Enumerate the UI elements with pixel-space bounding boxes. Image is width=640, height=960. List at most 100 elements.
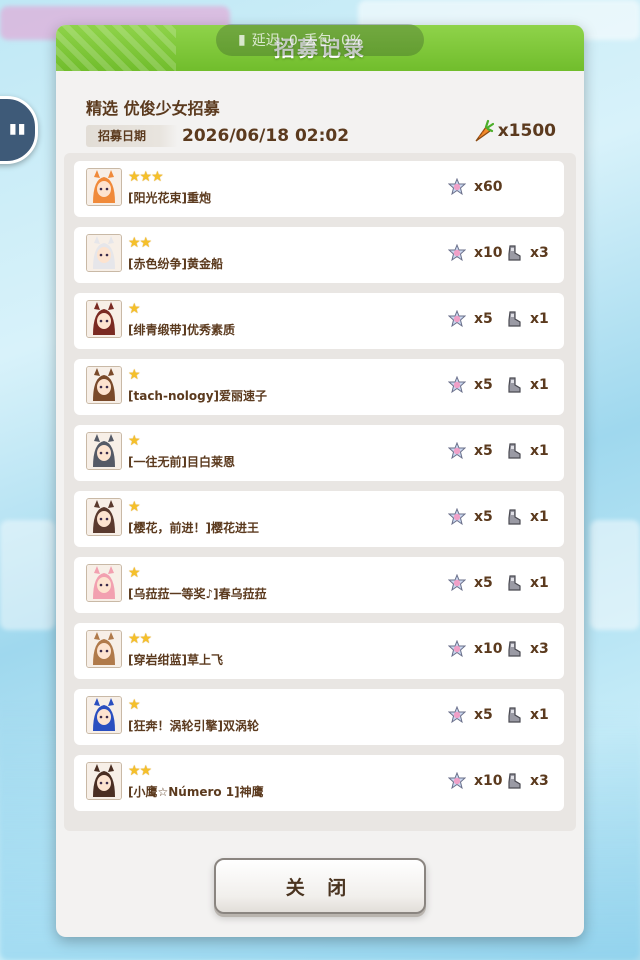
shoe-piece-count: x1	[530, 575, 549, 591]
record-row: ★★ [赤色纷争]黄金船 x10 x3	[74, 227, 564, 283]
latency-text: 延迟: 0	[251, 33, 298, 49]
shoe-piece-count: x3	[530, 773, 549, 789]
shoe-piece-count: x1	[530, 509, 549, 525]
record-row: ★ [tach-nology]爱丽速子 x5 x1	[74, 359, 564, 415]
close-button[interactable]: 关 闭	[214, 858, 426, 914]
record-row: ★ [绯青缎带]优秀素质 x5 x1	[74, 293, 564, 349]
goddess-piece-reward: x60	[448, 178, 503, 196]
card-name: [狂奔！涡轮引擎]双涡轮	[128, 719, 259, 733]
goddess-piece-count: x10	[474, 773, 503, 789]
goddess-piece-reward: x10	[448, 244, 503, 262]
shoe-piece-count: x3	[530, 245, 549, 261]
shoe-piece-reward: x3	[506, 772, 549, 790]
record-row: ★★★ [阳光花束]重炮 x60	[74, 161, 564, 217]
rarity-stars: ★	[128, 301, 141, 317]
shoe-piece-count: x3	[530, 641, 549, 657]
shoe-piece-reward: x3	[506, 640, 549, 658]
recruit-record-dialog: 招募记录 精选 优俊少女招募 招募日期 2026/06/18 02:02 x15…	[56, 25, 584, 937]
goddess-piece-reward: x5	[448, 376, 493, 394]
goddess-piece-reward: x5	[448, 442, 493, 460]
character-portrait-icon	[86, 630, 122, 668]
card-name: [一往无前]目白莱恩	[128, 455, 235, 469]
character-portrait-icon	[86, 696, 122, 734]
card-name: [绯青缎带]优秀素质	[128, 323, 235, 337]
goddess-piece-count: x60	[474, 179, 503, 195]
goddess-piece-reward: x5	[448, 508, 493, 526]
goddess-piece-icon	[448, 706, 466, 724]
signal-icon: ▮	[238, 32, 246, 48]
record-row: ★★ [小鹰☆Número 1]神鹰 x10 x3	[74, 755, 564, 811]
goddess-piece-icon	[448, 574, 466, 592]
shoe-piece-reward: x3	[506, 244, 549, 262]
rarity-stars: ★	[128, 433, 141, 449]
carrot-icon	[475, 119, 494, 142]
goddess-piece-icon	[448, 772, 466, 790]
record-row: ★ [一往无前]目白莱恩 x5 x1	[74, 425, 564, 481]
network-status-overlay: ▮ 延迟: 0 丢包: 0%	[216, 24, 424, 56]
goddess-piece-count: x5	[474, 443, 493, 459]
goddess-piece-icon	[448, 640, 466, 658]
shoe-piece-count: x1	[530, 311, 549, 327]
record-row: ★ [乌菈菈一等奖♪]春乌菈菈 x5 x1	[74, 557, 564, 613]
goddess-piece-count: x10	[474, 641, 503, 657]
rarity-stars: ★	[128, 367, 141, 383]
goddess-piece-reward: x5	[448, 310, 493, 328]
carrot-total: x1500	[472, 119, 556, 143]
card-name: [穿岩绀蓝]草上飞	[128, 653, 223, 667]
shoe-piece-icon	[508, 311, 521, 327]
shoe-piece-icon	[508, 509, 521, 525]
background-arrow-right	[590, 520, 640, 630]
record-row: ★ [狂奔！涡轮引擎]双涡轮 x5 x1	[74, 689, 564, 745]
goddess-piece-reward: x5	[448, 706, 493, 724]
shoe-piece-reward: x1	[506, 376, 549, 394]
goddess-piece-icon	[448, 442, 466, 460]
record-list[interactable]: ★★★ [阳光花束]重炮 x60 ★★ [赤色纷争]黄金船 x10 x3 ★ [绯青缎带]优秀素…	[64, 153, 576, 831]
shoe-piece-icon	[508, 641, 521, 657]
rarity-stars: ★★	[128, 763, 152, 779]
banner-name: 精选 优俊少女招募	[86, 99, 220, 118]
shoe-piece-icon	[508, 245, 521, 261]
carrot-count: x1500	[497, 121, 556, 141]
date-value: 2026/06/18 02:02	[182, 126, 350, 146]
goddess-piece-count: x5	[474, 575, 493, 591]
date-row: 招募日期 2026/06/18 02:02 x1500	[86, 119, 556, 149]
shoe-piece-count: x1	[530, 443, 549, 459]
goddess-piece-count: x10	[474, 245, 503, 261]
goddess-piece-icon	[448, 508, 466, 526]
shoe-piece-reward: x1	[506, 508, 549, 526]
date-label: 招募日期	[86, 125, 178, 147]
goddess-piece-icon	[448, 376, 466, 394]
floating-assistant-button[interactable]: ▮▮	[0, 96, 38, 164]
goddess-piece-count: x5	[474, 509, 493, 525]
record-row: ★★ [穿岩绀蓝]草上飞 x10 x3	[74, 623, 564, 679]
rarity-stars: ★	[128, 565, 141, 581]
rarity-stars: ★★	[128, 235, 152, 251]
card-name: [阳光花束]重炮	[128, 191, 211, 205]
card-name: [乌菈菈一等奖♪]春乌菈菈	[128, 587, 267, 601]
goddess-piece-reward: x10	[448, 772, 503, 790]
packet-loss-text: 丢包: 0%	[303, 33, 364, 49]
character-portrait-icon	[86, 366, 122, 404]
card-name: [小鹰☆Número 1]神鹰	[128, 785, 264, 799]
shoe-piece-reward: x1	[506, 574, 549, 592]
character-portrait-icon	[86, 432, 122, 470]
shoe-piece-icon	[508, 377, 521, 393]
shoe-piece-reward: x1	[506, 442, 549, 460]
rarity-stars: ★	[128, 697, 141, 713]
goddess-piece-icon	[448, 244, 466, 262]
rarity-stars: ★★★	[128, 169, 164, 185]
goddess-piece-count: x5	[474, 311, 493, 327]
shoe-piece-icon	[508, 575, 521, 591]
shoe-piece-icon	[508, 443, 521, 459]
shoe-piece-count: x1	[530, 377, 549, 393]
goddess-piece-count: x5	[474, 377, 493, 393]
character-portrait-icon	[86, 234, 122, 272]
goddess-piece-reward: x10	[448, 640, 503, 658]
goddess-piece-reward: x5	[448, 574, 493, 592]
character-portrait-icon	[86, 300, 122, 338]
card-name: [赤色纷争]黄金船	[128, 257, 223, 271]
assistant-face-icon: ▮▮	[9, 121, 27, 137]
character-portrait-icon	[86, 762, 122, 800]
character-portrait-icon	[86, 168, 122, 206]
shoe-piece-count: x1	[530, 707, 549, 723]
